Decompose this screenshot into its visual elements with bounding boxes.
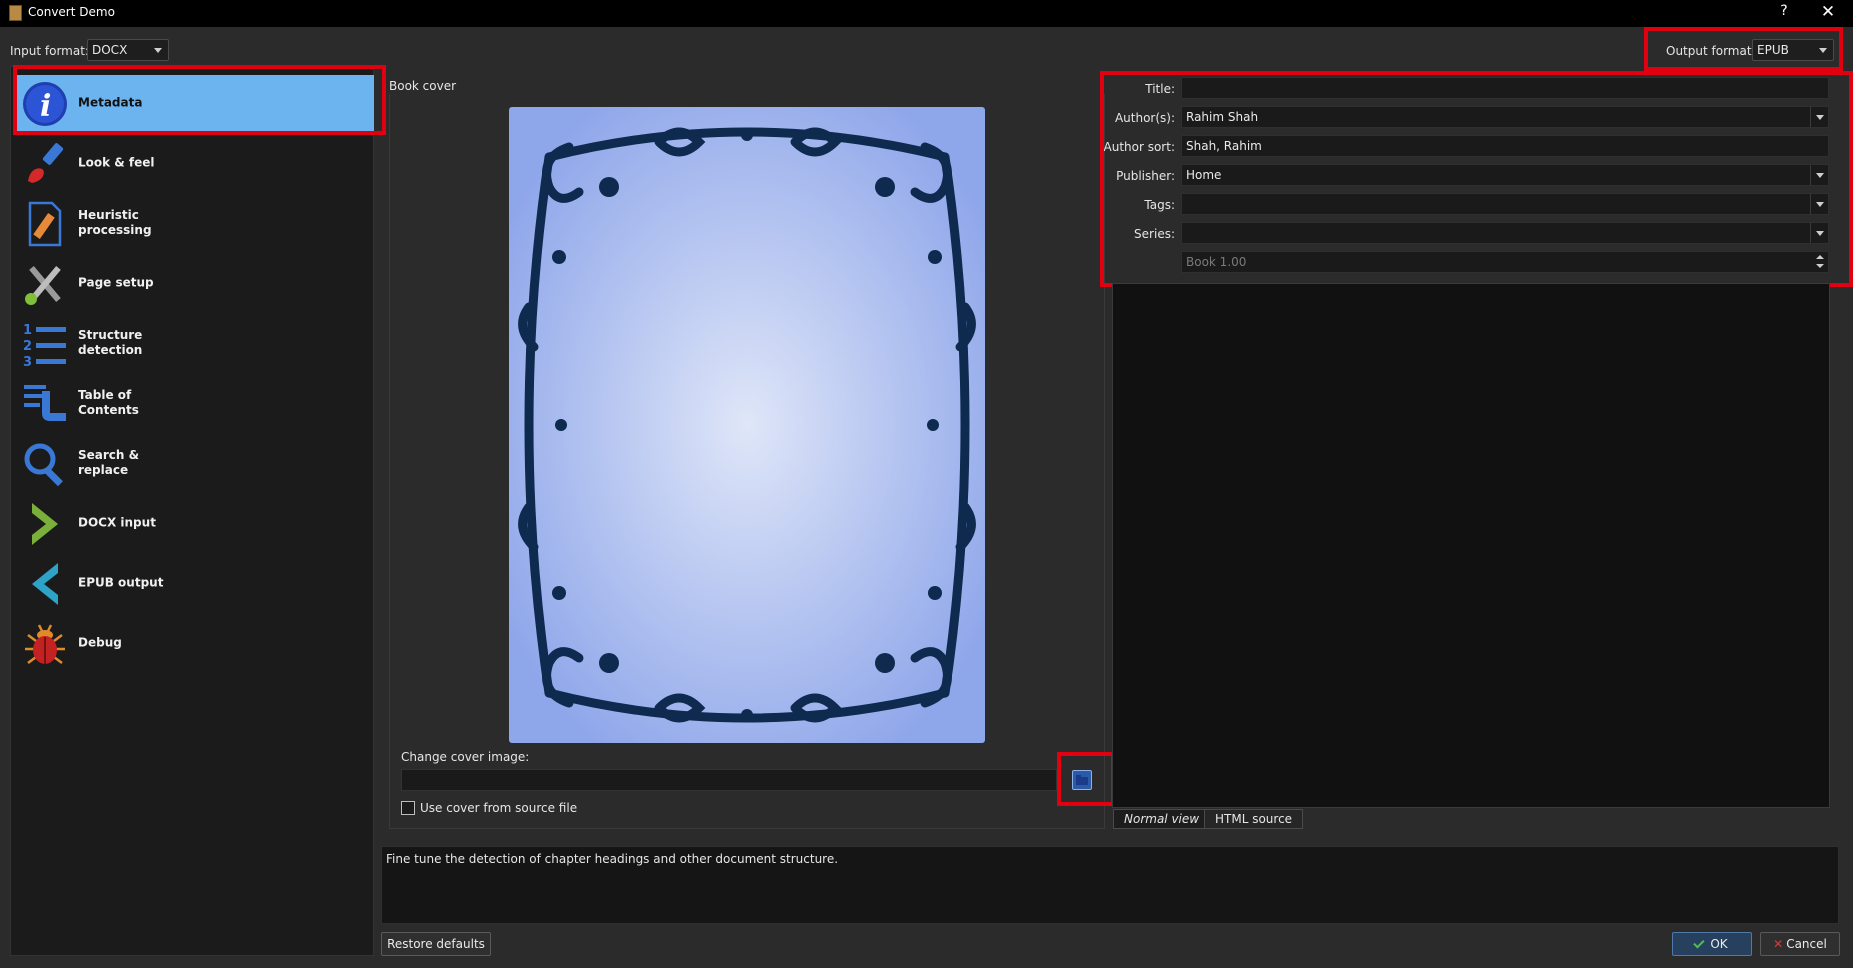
tags-field[interactable] xyxy=(1181,193,1829,215)
close-button[interactable]: ✕ xyxy=(1816,2,1840,24)
series-index-value: Book 1.00 xyxy=(1186,255,1247,269)
publisher-field[interactable]: Home xyxy=(1181,164,1829,186)
window-titlebar: Convert Demo ? ✕ xyxy=(0,0,1853,27)
series-label: Series: xyxy=(1134,227,1175,241)
window-title: Convert Demo xyxy=(28,5,115,19)
book-cover-heading: Book cover xyxy=(389,79,457,93)
publisher-label: Publisher: xyxy=(1116,169,1175,183)
sidebar-item-debug[interactable]: Debug xyxy=(16,615,374,671)
x-icon: ✕ xyxy=(1773,937,1784,951)
authors-field[interactable]: Rahim Shah xyxy=(1181,106,1829,128)
output-format-select[interactable]: EPUB xyxy=(1752,39,1834,61)
sidebar-item-label: Table of Contents xyxy=(78,388,139,417)
author-sort-field[interactable]: Shah, Rahim xyxy=(1181,135,1829,157)
author-sort-value: Shah, Rahim xyxy=(1186,139,1262,153)
info-icon: i xyxy=(23,82,67,126)
cover-image xyxy=(509,107,985,743)
browse-cover-button[interactable] xyxy=(1072,770,1092,790)
chevron-left-icon xyxy=(32,563,58,605)
tags-label: Tags: xyxy=(1144,198,1175,212)
sidebar-item-search-replace[interactable]: Search & replace xyxy=(16,435,374,491)
use-cover-source-label: Use cover from source file xyxy=(420,801,578,815)
folder-icon xyxy=(1076,775,1088,785)
restore-defaults-button[interactable]: Restore defaults xyxy=(381,932,491,956)
chevron-down-icon[interactable] xyxy=(1810,107,1828,127)
input-format-select[interactable]: DOCX xyxy=(87,39,169,61)
chevron-down-icon[interactable] xyxy=(1810,165,1828,185)
chevron-down-icon xyxy=(1819,48,1827,53)
ok-button[interactable]: OK xyxy=(1672,932,1752,956)
description-box: Fine tune the detection of chapter headi… xyxy=(381,846,1839,924)
cancel-button[interactable]: ✕ Cancel xyxy=(1760,932,1840,956)
title-label: Title: xyxy=(1145,82,1175,96)
title-field[interactable] xyxy=(1181,77,1829,99)
checkmark-icon xyxy=(1693,937,1705,949)
tab-html-source[interactable]: HTML source xyxy=(1204,809,1304,829)
numbered-list-icon: 1 2 3 xyxy=(23,323,66,367)
sidebar-item-label: Metadata xyxy=(78,95,143,110)
sidebar-item-label: Structure detection xyxy=(78,328,143,357)
magnifier-icon xyxy=(24,443,63,487)
help-button[interactable]: ? xyxy=(1774,3,1794,23)
sidebar-item-metadata[interactable]: i Metadata xyxy=(16,75,374,131)
sidebar-item-epub-output[interactable]: EPUB output xyxy=(16,555,374,611)
tools-icon xyxy=(25,265,61,305)
sidebar-item-label: Debug xyxy=(78,635,122,650)
app-icon xyxy=(9,5,22,21)
series-index-spinbox[interactable]: Book 1.00 xyxy=(1181,251,1829,273)
author-sort-label: Author sort: xyxy=(1103,140,1176,154)
sidebar-item-label: DOCX input xyxy=(78,515,156,530)
cover-path-input[interactable] xyxy=(401,769,1057,791)
sidebar: i Metadata Look & feel Heuristic process… xyxy=(10,66,374,956)
sidebar-item-label: Heuristic processing xyxy=(78,208,152,237)
ok-label: OK xyxy=(1710,937,1728,951)
svg-text:1: 1 xyxy=(23,323,32,338)
change-cover-label: Change cover image: xyxy=(401,750,530,764)
output-format-value: EPUB xyxy=(1757,43,1789,57)
paintbrush-icon xyxy=(28,143,64,183)
authors-value: Rahim Shah xyxy=(1186,110,1259,124)
svg-text:i: i xyxy=(40,89,51,124)
restore-defaults-label: Restore defaults xyxy=(387,937,485,951)
sidebar-item-label: Look & feel xyxy=(78,155,155,170)
series-field[interactable] xyxy=(1181,222,1829,244)
tab-normal-view[interactable]: Normal view xyxy=(1113,809,1211,829)
sidebar-item-label: EPUB output xyxy=(78,575,164,590)
input-format-label: Input format: xyxy=(10,44,89,58)
cancel-label: Cancel xyxy=(1786,937,1827,951)
comments-preview[interactable] xyxy=(1112,283,1830,808)
description-text: Fine tune the detection of chapter headi… xyxy=(386,852,839,866)
sidebar-item-look-feel[interactable]: Look & feel xyxy=(16,135,374,191)
sidebar-item-structure[interactable]: 1 2 3 Structure detection xyxy=(16,315,374,371)
svg-text:3: 3 xyxy=(23,355,32,367)
sidebar-item-heuristic[interactable]: Heuristic processing xyxy=(16,195,374,251)
publisher-value: Home xyxy=(1186,168,1222,182)
chevron-down-icon[interactable] xyxy=(1810,194,1828,214)
sidebar-item-page-setup[interactable]: Page setup xyxy=(16,255,374,311)
chevron-right-icon xyxy=(32,503,58,545)
spin-arrows-icon[interactable] xyxy=(1812,252,1828,272)
authors-label: Author(s): xyxy=(1114,111,1175,125)
sidebar-item-label: Page setup xyxy=(78,275,154,290)
bug-icon xyxy=(25,624,65,664)
document-pencil-icon xyxy=(28,201,62,247)
sidebar-item-docx-input[interactable]: DOCX input xyxy=(16,495,374,551)
sidebar-item-label: Search & replace xyxy=(78,448,140,477)
input-format-value: DOCX xyxy=(92,43,128,57)
chevron-down-icon xyxy=(154,48,162,53)
use-cover-source-checkbox[interactable] xyxy=(401,801,415,815)
toc-icon xyxy=(24,385,66,421)
chevron-down-icon[interactable] xyxy=(1810,223,1828,243)
svg-text:2: 2 xyxy=(23,339,32,354)
sidebar-item-toc[interactable]: Table of Contents xyxy=(16,375,374,431)
output-format-label: Output format: xyxy=(1666,44,1756,58)
